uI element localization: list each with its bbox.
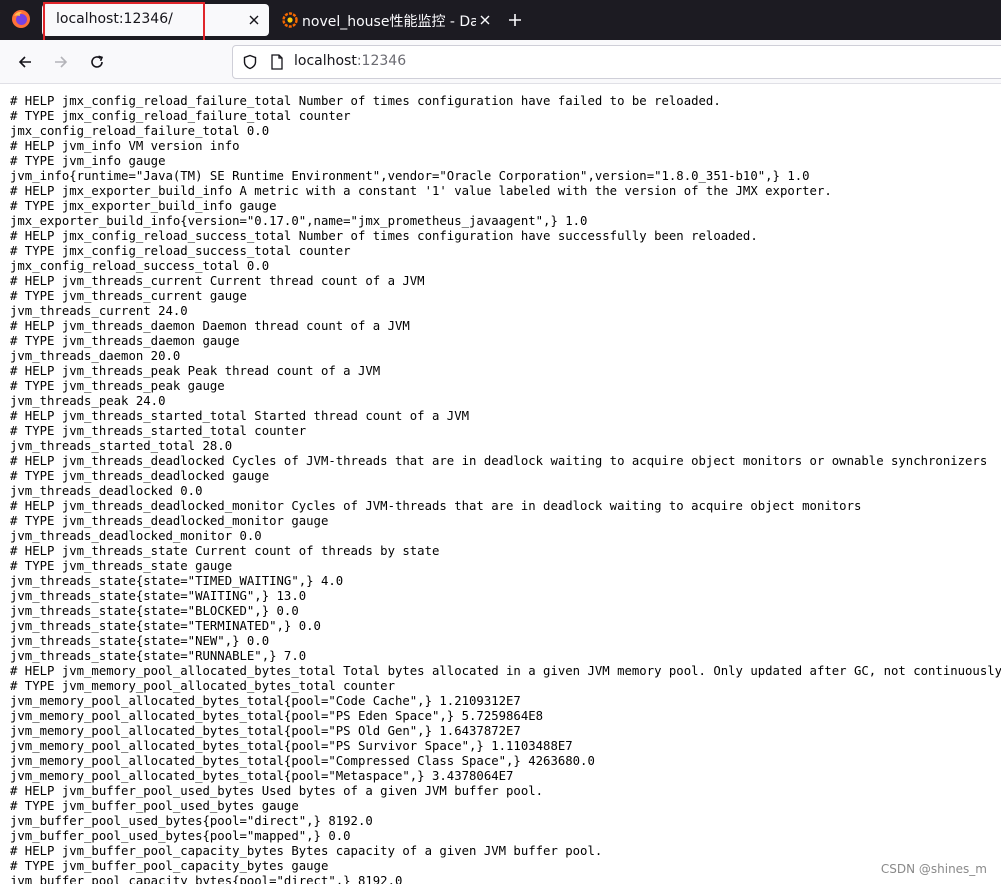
metric-line: jvm_info{runtime="Java(TM) SE Runtime En… [10, 169, 810, 183]
arrow-right-icon[interactable] [49, 50, 73, 74]
firefox-icon[interactable] [11, 9, 31, 29]
metric-line: # TYPE jvm_threads_daemon gauge [10, 334, 240, 348]
metric-line: # HELP jvm_threads_state Current count o… [10, 544, 440, 558]
metric-line: jvm_buffer_pool_used_bytes{pool="direct"… [10, 814, 373, 828]
page-content: # HELP jmx_config_reload_failure_total N… [0, 84, 1001, 884]
metric-line: # HELP jvm_buffer_pool_capacity_bytes By… [10, 844, 603, 858]
url-host: localhost [294, 53, 357, 69]
tab-localhost[interactable]: localhost:12346/ [42, 4, 269, 36]
plus-icon[interactable] [503, 8, 527, 32]
metric-line: # TYPE jvm_threads_state gauge [10, 559, 233, 573]
metrics-text: # HELP jmx_config_reload_failure_total N… [10, 94, 1001, 884]
metric-line: # HELP jvm_threads_current Current threa… [10, 274, 425, 288]
url-text[interactable]: localhost:12346 [294, 53, 406, 69]
metric-line: # TYPE jvm_memory_pool_allocated_bytes_t… [10, 679, 395, 693]
metric-line: # HELP jvm_threads_daemon Daemon thread … [10, 319, 410, 333]
page-icon[interactable] [270, 54, 284, 74]
metric-line: # TYPE jmx_config_reload_failure_total c… [10, 109, 351, 123]
metric-line: jvm_buffer_pool_used_bytes{pool="mapped"… [10, 829, 351, 843]
metric-line: # HELP jmx_config_reload_failure_total N… [10, 94, 721, 108]
metric-line: # HELP jvm_info VM version info [10, 139, 240, 153]
metric-line: jmx_config_reload_success_total 0.0 [10, 259, 270, 273]
metric-line: jvm_threads_state{state="WAITING",} 13.0 [10, 589, 307, 603]
metric-line: # HELP jvm_threads_deadlocked Cycles of … [10, 454, 988, 468]
watermark: CSDN @shines_m [880, 862, 987, 876]
nav-bar: localhost:12346 [0, 40, 1001, 84]
metric-line: # TYPE jvm_threads_deadlocked_monitor ga… [10, 514, 329, 528]
metric-line: jvm_threads_current 24.0 [10, 304, 188, 318]
metric-line: # HELP jvm_threads_started_total Started… [10, 409, 470, 423]
close-icon[interactable] [475, 10, 495, 30]
metric-line: # TYPE jmx_config_reload_success_total c… [10, 244, 351, 258]
metric-line: jvm_memory_pool_allocated_bytes_total{po… [10, 694, 521, 708]
grafana-icon [282, 12, 298, 28]
metric-line: jvm_memory_pool_allocated_bytes_total{po… [10, 754, 595, 768]
metric-line: # TYPE jvm_threads_started_total counter [10, 424, 307, 438]
metric-line: # TYPE jvm_buffer_pool_used_bytes gauge [10, 799, 299, 813]
metric-line: jvm_memory_pool_allocated_bytes_total{po… [10, 769, 514, 783]
close-icon[interactable] [244, 10, 264, 30]
metric-line: # HELP jvm_memory_pool_allocated_bytes_t… [10, 664, 1001, 678]
arrow-left-icon[interactable] [13, 50, 37, 74]
tab-title: novel_house性能监控 - Da [302, 14, 476, 30]
metric-line: jvm_memory_pool_allocated_bytes_total{po… [10, 724, 521, 738]
metric-line: jvm_threads_started_total 28.0 [10, 439, 233, 453]
metric-line: jvm_threads_deadlocked 0.0 [10, 484, 203, 498]
metric-line: jvm_threads_peak 24.0 [10, 394, 166, 408]
metric-line: jmx_config_reload_failure_total 0.0 [10, 124, 270, 138]
metric-line: # TYPE jvm_buffer_pool_capacity_bytes ga… [10, 859, 329, 873]
metric-line: jvm_threads_state{state="BLOCKED",} 0.0 [10, 604, 299, 618]
tab-strip: localhost:12346/ novel_house性能监控 - Da [0, 0, 1001, 46]
url-bar[interactable]: localhost:12346 [232, 45, 1001, 79]
metric-line: # HELP jvm_buffer_pool_used_bytes Used b… [10, 784, 544, 798]
reload-icon[interactable] [85, 50, 109, 74]
metric-line: jvm_buffer_pool_capacity_bytes{pool="dir… [10, 874, 403, 884]
metric-line: # HELP jmx_config_reload_success_total N… [10, 229, 758, 243]
tab-title: localhost:12346/ [56, 11, 173, 27]
metric-line: jvm_threads_state{state="NEW",} 0.0 [10, 634, 270, 648]
metric-line: # TYPE jvm_info gauge [10, 154, 166, 168]
metric-line: jvm_threads_deadlocked_monitor 0.0 [10, 529, 262, 543]
metric-line: # TYPE jvm_threads_peak gauge [10, 379, 225, 393]
metric-line: jvm_threads_state{state="RUNNABLE",} 7.0 [10, 649, 307, 663]
url-port: :12346 [356, 53, 407, 69]
metric-line: jvm_memory_pool_allocated_bytes_total{po… [10, 709, 544, 723]
tab-grafana[interactable]: novel_house性能监控 - Da [274, 4, 497, 36]
metric-line: # TYPE jmx_exporter_build_info gauge [10, 199, 277, 213]
metric-line: # HELP jmx_exporter_build_info A metric … [10, 184, 832, 198]
metric-line: # HELP jvm_threads_peak Peak thread coun… [10, 364, 381, 378]
metric-line: # HELP jvm_threads_deadlocked_monitor Cy… [10, 499, 862, 513]
metric-line: jvm_threads_daemon 20.0 [10, 349, 181, 363]
metric-line: jvm_memory_pool_allocated_bytes_total{po… [10, 739, 573, 753]
metric-line: jmx_exporter_build_info{version="0.17.0"… [10, 214, 588, 228]
metric-line: jvm_threads_state{state="TIMED_WAITING",… [10, 574, 344, 588]
metric-line: jvm_threads_state{state="TERMINATED",} 0… [10, 619, 321, 633]
tracking-protection-icon[interactable] [242, 54, 258, 74]
metric-line: # TYPE jvm_threads_current gauge [10, 289, 247, 303]
metric-line: # TYPE jvm_threads_deadlocked gauge [10, 469, 270, 483]
